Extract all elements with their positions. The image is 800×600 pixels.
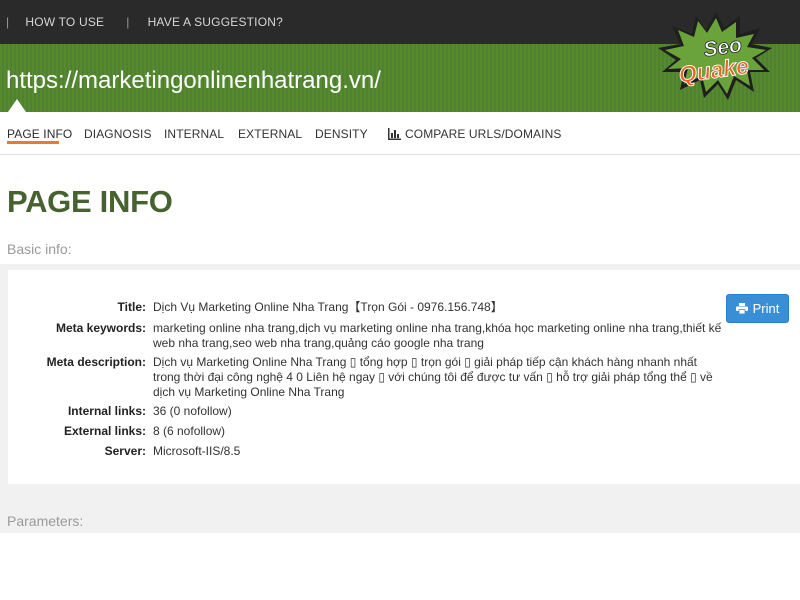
header-notch [8, 99, 26, 112]
active-tab-indicator [7, 141, 59, 144]
tab-internal[interactable]: INTERNAL [164, 127, 224, 141]
keywords-value: marketing online nha trang,dịch vụ marke… [153, 321, 722, 350]
print-button[interactable]: Print [726, 294, 789, 323]
internal-links-value: 36 (0 nofollow) [153, 404, 232, 418]
parameters-section [0, 533, 800, 600]
description-value: Dịch vụ Marketing Online Nha Trang ▯ tổn… [153, 355, 713, 399]
server-label: Server: [104, 444, 146, 458]
server-value: Microsoft-IIS/8.5 [153, 444, 241, 458]
keywords-label: Meta keywords: [55, 321, 146, 335]
nav-separator: | [126, 15, 130, 29]
suggestion-link[interactable]: HAVE A SUGGESTION? [148, 15, 283, 29]
tab-compare-label: COMPARE URLS/DOMAINS [405, 127, 562, 141]
external-links-value: 8 (6 nofollow) [153, 424, 226, 438]
bar-chart-icon [388, 128, 401, 140]
parameters-label: Parameters: [7, 513, 84, 529]
top-nav: | HOW TO USE | HAVE A SUGGESTION? [0, 0, 283, 44]
page-url: https://marketingonlinenhatrang.vn/ [6, 67, 381, 94]
tab-page-info[interactable]: PAGE INFO [7, 127, 72, 141]
external-links-label: External links: [63, 424, 146, 438]
how-to-use-link[interactable]: HOW TO USE [25, 15, 104, 29]
description-label: Meta description: [46, 355, 146, 369]
title-value: Dịch Vụ Marketing Online Nha Trang【Trọn … [153, 300, 503, 314]
seoquake-logo[interactable]: Seo Quake [656, 10, 774, 102]
tab-density[interactable]: DENSITY [315, 127, 368, 141]
basic-info-label: Basic info: [7, 241, 72, 257]
print-label: Print [752, 301, 780, 316]
printer-icon [735, 303, 748, 314]
nav-separator: | [6, 15, 10, 29]
page-title: PAGE INFO [7, 184, 173, 219]
tab-bar: PAGE INFO DIAGNOSIS INTERNAL EXTERNAL DE… [0, 112, 800, 155]
title-label: Title: [117, 300, 146, 314]
internal-links-label: Internal links: [67, 404, 146, 418]
tab-compare-urls[interactable]: COMPARE URLS/DOMAINS [388, 127, 561, 141]
tab-external[interactable]: EXTERNAL [238, 127, 302, 141]
tab-diagnosis[interactable]: DIAGNOSIS [84, 127, 152, 141]
